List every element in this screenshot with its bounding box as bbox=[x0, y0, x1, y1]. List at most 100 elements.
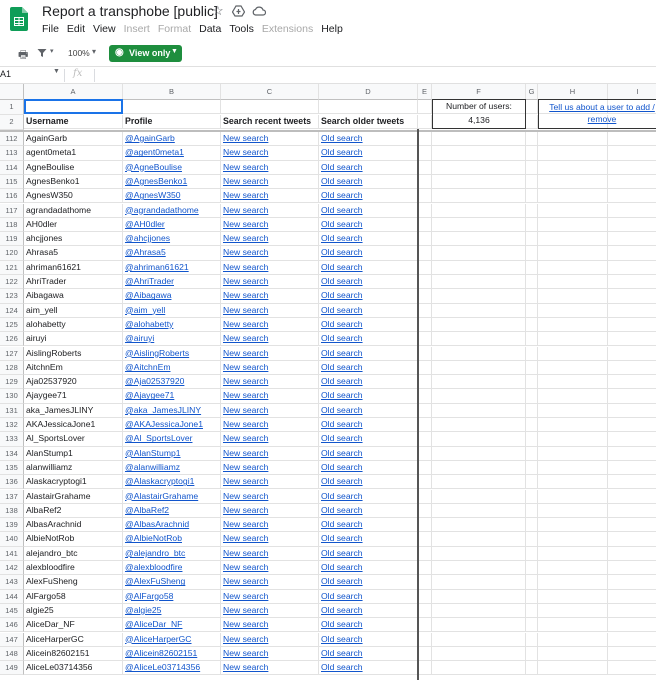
menu-item-tools[interactable]: Tools bbox=[229, 23, 254, 35]
old-search-link[interactable]: Old search bbox=[319, 246, 418, 261]
old-search-link[interactable]: Old search bbox=[319, 603, 418, 619]
old-search-link[interactable]: Old search bbox=[319, 232, 418, 247]
username-cell[interactable]: AlanStump1 bbox=[24, 446, 123, 461]
profile-link[interactable]: @AlanStump1 bbox=[123, 446, 221, 461]
old-search-link[interactable]: Old search bbox=[319, 303, 418, 318]
grid-cell[interactable] bbox=[526, 432, 538, 447]
old-search-link[interactable]: Old search bbox=[319, 132, 418, 147]
grid-cell[interactable] bbox=[432, 532, 526, 547]
new-search-link[interactable]: New search bbox=[221, 232, 319, 247]
grid-cell[interactable] bbox=[608, 275, 656, 290]
new-search-link[interactable]: New search bbox=[221, 174, 319, 190]
grid-cell[interactable] bbox=[418, 446, 432, 461]
grid-cell[interactable] bbox=[608, 304, 656, 318]
header-search-older[interactable]: Search older tweets bbox=[319, 115, 418, 130]
grid-cell[interactable] bbox=[608, 232, 656, 247]
header-search-recent[interactable]: Search recent tweets bbox=[221, 115, 319, 130]
row-header[interactable]: 126 bbox=[0, 332, 24, 347]
profile-link[interactable]: @agent0meta1 bbox=[123, 146, 221, 161]
grid-cell[interactable] bbox=[418, 232, 432, 247]
profile-link[interactable]: @AlbasArachnid bbox=[123, 518, 221, 533]
grid-cell[interactable] bbox=[432, 546, 526, 561]
old-search-link[interactable]: Old search bbox=[319, 217, 418, 233]
grid-cell[interactable] bbox=[418, 189, 432, 204]
grid-cell[interactable] bbox=[608, 347, 656, 361]
profile-link[interactable]: @AlbaRef2 bbox=[123, 503, 221, 519]
username-cell[interactable]: AgnesW350 bbox=[24, 189, 123, 204]
grid-cell[interactable] bbox=[608, 189, 656, 204]
username-cell[interactable]: AlbaRef2 bbox=[24, 503, 123, 519]
profile-link[interactable]: @AliceHarperGC bbox=[123, 632, 221, 647]
old-search-link[interactable]: Old search bbox=[319, 475, 418, 490]
grid-cell[interactable] bbox=[538, 132, 608, 147]
grid-cell[interactable] bbox=[608, 289, 656, 304]
row-header[interactable]: 125 bbox=[0, 317, 24, 333]
old-search-link[interactable]: Old search bbox=[319, 561, 418, 576]
row-header[interactable]: 114 bbox=[0, 160, 24, 175]
grid-cell[interactable] bbox=[608, 146, 656, 161]
profile-link[interactable]: @AH0dler bbox=[123, 217, 221, 233]
grid-cell[interactable] bbox=[526, 232, 538, 247]
grid-cell[interactable] bbox=[432, 275, 526, 290]
username-cell[interactable]: AlbieNotRob bbox=[24, 532, 123, 547]
grid-cell[interactable] bbox=[432, 132, 526, 147]
grid-cell[interactable] bbox=[319, 100, 418, 115]
grid-cell[interactable] bbox=[432, 518, 526, 533]
grid-cell[interactable] bbox=[526, 546, 538, 561]
grid-cell[interactable] bbox=[432, 232, 526, 247]
grid-cell[interactable] bbox=[418, 575, 432, 590]
old-search-link[interactable]: Old search bbox=[319, 346, 418, 361]
header-profile[interactable]: Profile bbox=[123, 115, 221, 130]
new-search-link[interactable]: New search bbox=[221, 603, 319, 619]
grid-cell[interactable] bbox=[432, 646, 526, 662]
old-search-link[interactable]: Old search bbox=[319, 289, 418, 304]
profile-link[interactable]: @AgnesW350 bbox=[123, 189, 221, 204]
grid-cell[interactable] bbox=[608, 647, 656, 662]
grid-cell[interactable] bbox=[538, 346, 608, 361]
grid-cell[interactable] bbox=[538, 189, 608, 204]
grid-cell[interactable] bbox=[221, 100, 319, 115]
old-search-link[interactable]: Old search bbox=[319, 174, 418, 190]
grid-cell[interactable] bbox=[526, 518, 538, 533]
profile-link[interactable]: @AgnesBenko1 bbox=[123, 174, 221, 190]
grid-cell[interactable] bbox=[526, 289, 538, 304]
new-search-link[interactable]: New search bbox=[221, 132, 319, 147]
grid-cell[interactable] bbox=[432, 375, 526, 390]
header-username[interactable]: Username bbox=[24, 115, 123, 130]
username-cell[interactable]: AlexFuSheng bbox=[24, 575, 123, 590]
grid-cell[interactable] bbox=[538, 446, 608, 461]
grid-cell[interactable] bbox=[608, 590, 656, 604]
grid-cell[interactable] bbox=[608, 561, 656, 576]
new-search-link[interactable]: New search bbox=[221, 332, 319, 347]
menu-item-edit[interactable]: Edit bbox=[67, 23, 85, 35]
row-header[interactable]: 146 bbox=[0, 618, 24, 633]
grid-cell[interactable] bbox=[538, 546, 608, 561]
old-search-link[interactable]: Old search bbox=[319, 260, 418, 275]
grid-cell[interactable] bbox=[418, 546, 432, 561]
profile-link[interactable]: @AliceDar_NF bbox=[123, 618, 221, 633]
grid-cell[interactable] bbox=[418, 203, 432, 218]
grid-cell[interactable] bbox=[432, 661, 526, 676]
row-header[interactable]: 129 bbox=[0, 375, 24, 390]
grid-cell[interactable] bbox=[418, 146, 432, 161]
profile-link[interactable]: @AliceLe03714356 bbox=[123, 661, 221, 676]
grid-cell[interactable] bbox=[608, 175, 656, 190]
profile-link[interactable]: @AlexFuSheng bbox=[123, 575, 221, 590]
username-cell[interactable]: Alaskacryptogi1 bbox=[24, 475, 123, 490]
row-header[interactable]: 124 bbox=[0, 303, 24, 318]
new-search-link[interactable]: New search bbox=[221, 632, 319, 647]
username-cell[interactable]: alejandro_btc bbox=[24, 546, 123, 561]
new-search-link[interactable]: New search bbox=[221, 260, 319, 275]
new-search-link[interactable]: New search bbox=[221, 403, 319, 418]
new-search-link[interactable]: New search bbox=[221, 446, 319, 461]
grid-cell[interactable] bbox=[538, 389, 608, 404]
grid-cell[interactable] bbox=[526, 403, 538, 418]
grid-cell[interactable] bbox=[608, 361, 656, 376]
row-header[interactable]: 144 bbox=[0, 589, 24, 604]
grid-cell[interactable] bbox=[538, 403, 608, 418]
profile-link[interactable]: @Ajaygee71 bbox=[123, 389, 221, 404]
grid-cell[interactable] bbox=[538, 303, 608, 318]
grid-cell[interactable] bbox=[418, 100, 432, 115]
username-cell[interactable]: AKAJessicaJone1 bbox=[24, 418, 123, 433]
new-search-link[interactable]: New search bbox=[221, 418, 319, 433]
